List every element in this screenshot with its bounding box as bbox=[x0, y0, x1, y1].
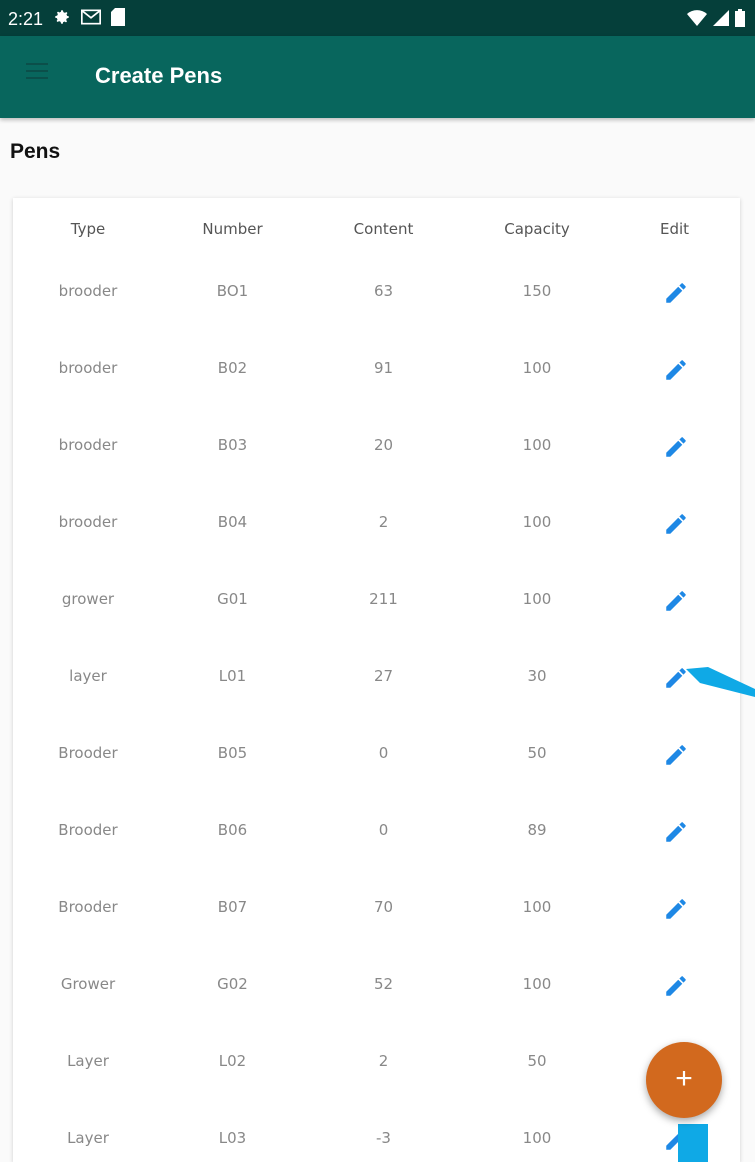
mail-icon bbox=[81, 8, 102, 31]
table-row: Brooder B05 0 50 bbox=[13, 722, 740, 799]
cell-capacity: 50 bbox=[527, 744, 547, 762]
cell-content: 63 bbox=[373, 282, 394, 300]
cell-content: 27 bbox=[373, 667, 394, 685]
table-row: Brooder B06 0 89 bbox=[13, 799, 740, 876]
status-bar: 2:21 bbox=[0, 0, 755, 36]
pencil-icon[interactable] bbox=[663, 511, 689, 537]
pencil-icon[interactable] bbox=[663, 819, 689, 845]
cell-capacity: 89 bbox=[527, 821, 547, 839]
cell-type: brooder bbox=[58, 513, 118, 531]
pencil-icon[interactable] bbox=[663, 896, 689, 922]
pencil-icon[interactable] bbox=[663, 973, 689, 999]
cell-number: B04 bbox=[217, 513, 248, 531]
cell-content: 211 bbox=[369, 590, 398, 608]
status-right bbox=[687, 9, 745, 32]
status-left: 2:21 bbox=[8, 8, 126, 31]
wifi-icon bbox=[687, 10, 707, 31]
table-row: layer L01 27 30 bbox=[13, 645, 740, 722]
cell-number: G02 bbox=[217, 975, 248, 993]
cell-type: Brooder bbox=[58, 898, 118, 916]
cell-number: L01 bbox=[218, 667, 247, 685]
cell-content: 0 bbox=[378, 744, 389, 762]
signal-icon bbox=[713, 10, 729, 31]
cell-number: B02 bbox=[217, 359, 248, 377]
cell-type: layer bbox=[69, 667, 107, 685]
cell-number: B07 bbox=[217, 898, 248, 916]
cell-capacity: 100 bbox=[522, 513, 552, 531]
cell-type: Brooder bbox=[58, 821, 118, 839]
add-pen-button[interactable]: + bbox=[646, 1042, 722, 1118]
table-row: Layer L02 2 50 bbox=[13, 1030, 740, 1107]
section-title: Pens bbox=[10, 140, 61, 163]
cell-type: brooder bbox=[58, 282, 118, 300]
pencil-icon[interactable] bbox=[663, 280, 689, 306]
cell-type: brooder bbox=[58, 436, 118, 454]
cell-number: B03 bbox=[217, 436, 248, 454]
cell-number: BO1 bbox=[216, 282, 249, 300]
cell-type: Layer bbox=[67, 1129, 109, 1147]
pencil-icon[interactable] bbox=[663, 588, 689, 614]
app-bar: Create Pens bbox=[0, 36, 755, 118]
cell-number: B06 bbox=[217, 821, 248, 839]
cell-number: G01 bbox=[217, 590, 248, 608]
table-row: brooder B04 2 100 bbox=[13, 491, 740, 568]
pencil-icon[interactable] bbox=[663, 665, 689, 691]
table-row: Brooder B07 70 100 bbox=[13, 876, 740, 953]
cell-capacity: 30 bbox=[527, 667, 547, 685]
cell-content: 0 bbox=[378, 821, 389, 839]
cell-capacity: 100 bbox=[522, 975, 552, 993]
table-row: Layer L03 -3 100 bbox=[13, 1107, 740, 1162]
cell-type: brooder bbox=[58, 359, 118, 377]
cell-content: 2 bbox=[378, 513, 389, 531]
table-row: brooder B02 91 100 bbox=[13, 337, 740, 414]
pencil-icon[interactable] bbox=[663, 357, 689, 383]
cell-content: 52 bbox=[373, 975, 394, 993]
table-row: grower G01 211 100 bbox=[13, 568, 740, 645]
battery-icon bbox=[735, 9, 745, 32]
cell-capacity: 100 bbox=[522, 590, 552, 608]
cell-type: Layer bbox=[67, 1052, 109, 1070]
cell-type: grower bbox=[61, 590, 115, 608]
cell-number: L03 bbox=[218, 1129, 247, 1147]
table-row: Grower G02 52 100 bbox=[13, 953, 740, 1030]
cell-number: B05 bbox=[217, 744, 248, 762]
table-row: brooder B03 20 100 bbox=[13, 414, 740, 491]
app-title: Create Pens bbox=[95, 63, 223, 88]
cell-capacity: 100 bbox=[522, 359, 552, 377]
cell-type: Brooder bbox=[58, 744, 118, 762]
cell-capacity: 100 bbox=[522, 436, 552, 454]
cell-number: L02 bbox=[218, 1052, 247, 1070]
pens-table-card: Type Number Content Capacity Edit broode… bbox=[13, 198, 740, 1162]
hamburger-menu-icon[interactable] bbox=[26, 63, 48, 79]
cell-capacity: 50 bbox=[527, 1052, 547, 1070]
cell-content: 20 bbox=[373, 436, 394, 454]
gear-icon bbox=[53, 8, 71, 31]
status-time: 2:21 bbox=[8, 9, 44, 29]
cell-type: Grower bbox=[60, 975, 116, 993]
annotation-marker bbox=[678, 1124, 708, 1162]
pencil-icon[interactable] bbox=[663, 742, 689, 768]
cell-content: -3 bbox=[376, 1129, 391, 1147]
cell-capacity: 150 bbox=[522, 282, 552, 300]
cell-content: 91 bbox=[373, 359, 394, 377]
cell-capacity: 100 bbox=[522, 1129, 552, 1147]
pencil-icon[interactable] bbox=[663, 434, 689, 460]
cell-content: 2 bbox=[378, 1052, 389, 1070]
sd-card-icon bbox=[111, 8, 126, 31]
cell-content: 70 bbox=[373, 898, 394, 916]
table-row: brooder BO1 63 150 bbox=[13, 260, 740, 337]
cell-capacity: 100 bbox=[522, 898, 552, 916]
